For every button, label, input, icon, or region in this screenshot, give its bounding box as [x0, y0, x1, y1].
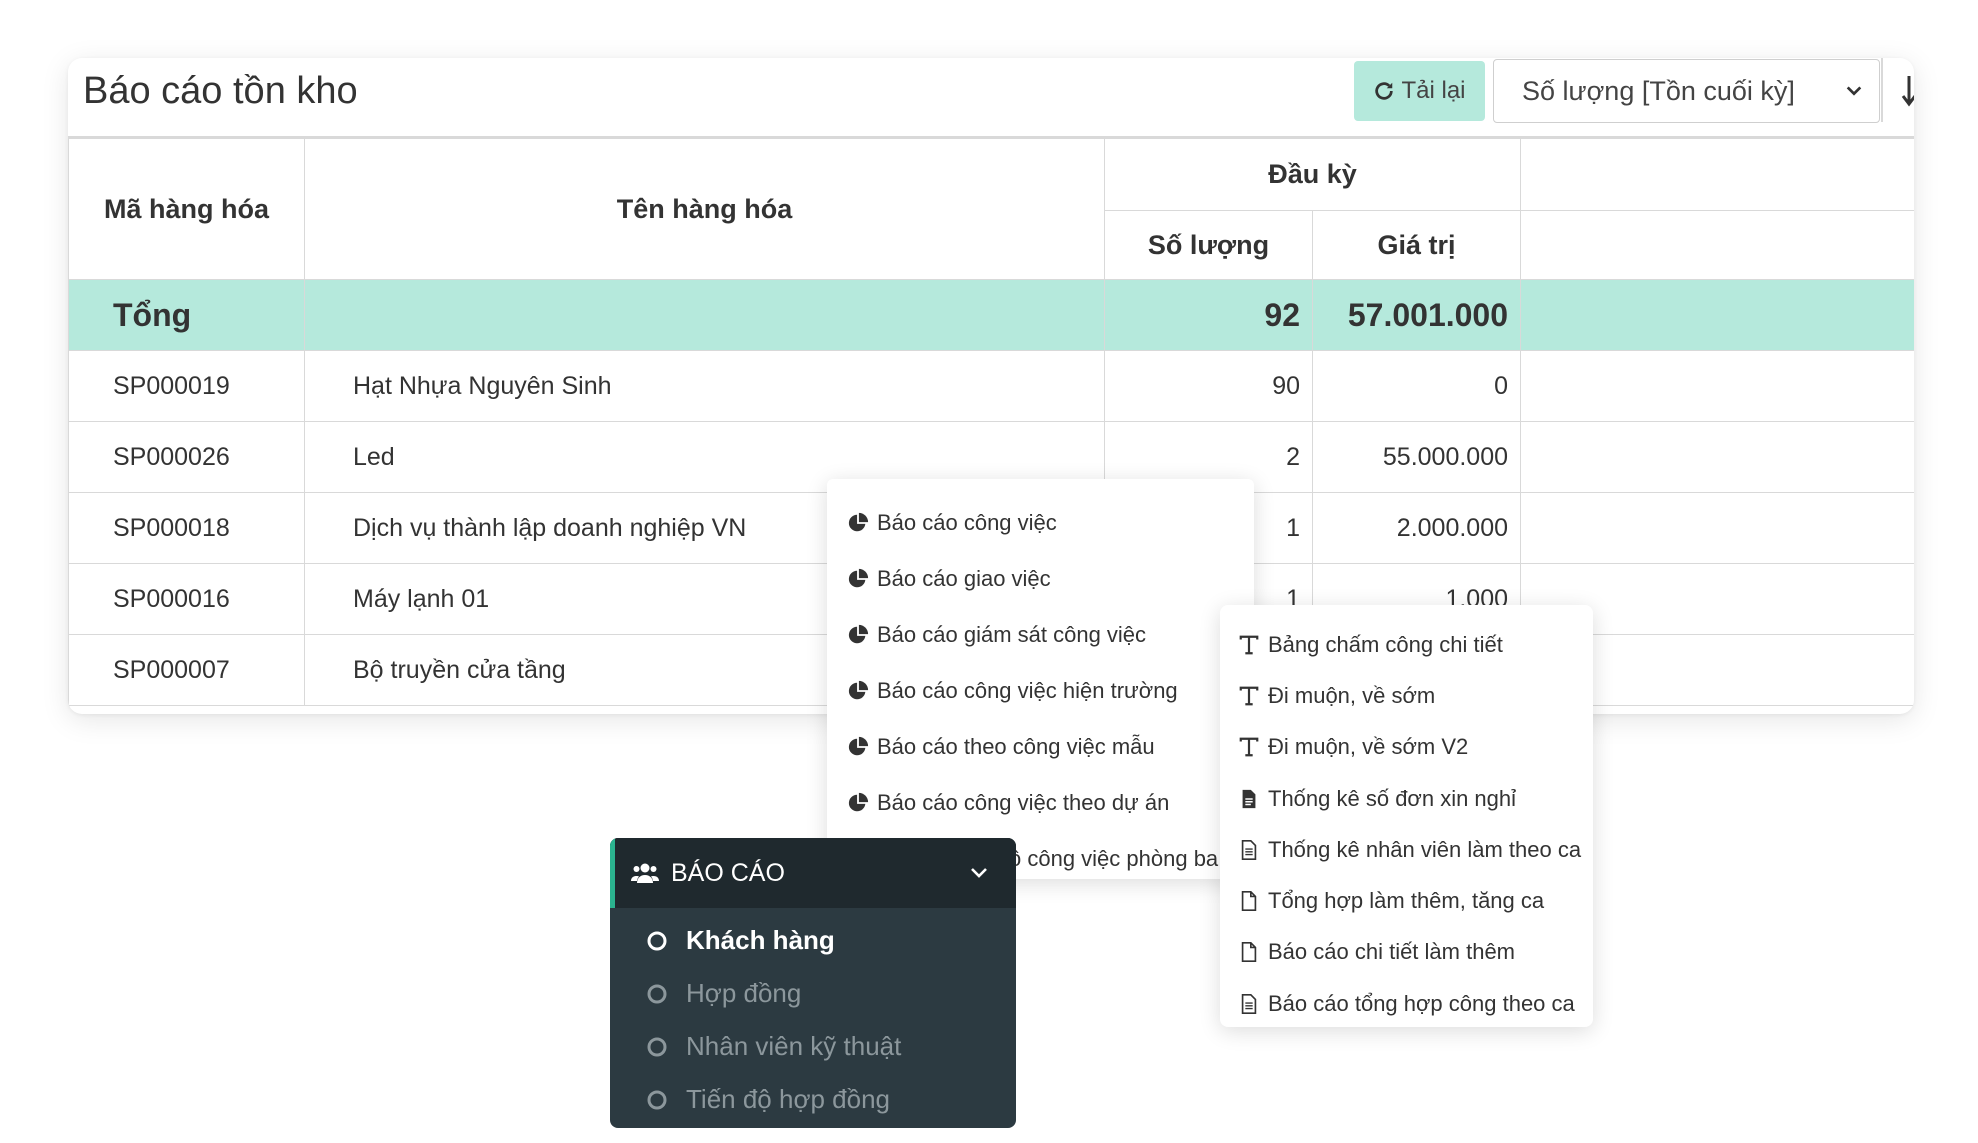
- menu-item-late-early-v2[interactable]: Đi muộn, về sớm V2: [1220, 722, 1593, 773]
- sidebar-item-customers[interactable]: Khách hàng: [610, 914, 1016, 967]
- menu-item-label: Báo cáo công việc hiện trường: [877, 678, 1178, 703]
- product-extra: [1520, 350, 1914, 422]
- file-filled-icon: [1242, 789, 1256, 808]
- sort-down-icon[interactable]: [1901, 74, 1914, 108]
- sidebar-item-contracts[interactable]: Hợp đồng: [610, 967, 1016, 1020]
- circle-icon: [647, 1090, 667, 1109]
- col-header-code[interactable]: Mã hàng hóa: [68, 138, 305, 280]
- sidebar-list: Khách hàng Hợp đồng Nhân viên kỹ thuật T…: [610, 914, 1016, 1126]
- total-row: Tổng 92 57.001.000: [68, 279, 1914, 351]
- pie-chart-icon: [848, 624, 869, 644]
- pie-chart-icon: [848, 568, 869, 588]
- col-header-qty[interactable]: Số lượng: [1104, 210, 1313, 280]
- refresh-icon: [1375, 82, 1394, 100]
- sidebar-item-technicians[interactable]: Nhân viên kỹ thuật: [610, 1020, 1016, 1073]
- sidebar-item-label: Hợp đồng: [686, 978, 802, 1008]
- text-icon: [1239, 686, 1259, 706]
- col-header-value[interactable]: Giá trị: [1311, 210, 1522, 280]
- total-qty: 92: [1104, 279, 1313, 351]
- product-code-link[interactable]: SP000026: [68, 421, 305, 493]
- work-report-menu: Báo cáo công việc Báo cáo giao việc Báo …: [827, 479, 1254, 879]
- product-code-link[interactable]: SP000019: [68, 350, 305, 422]
- total-name-cell: [304, 279, 1105, 351]
- reload-button[interactable]: Tải lại: [1354, 61, 1485, 121]
- menu-item-label: Báo cáo theo công việc mẫu: [877, 734, 1155, 759]
- menu-item-assign-report[interactable]: Báo cáo giao việc: [827, 551, 1254, 607]
- menu-item-project-report[interactable]: Báo cáo công việc theo dự án: [827, 775, 1254, 831]
- circle-icon: [647, 931, 667, 950]
- total-extra-cell: [1520, 279, 1914, 351]
- menu-item-leave-stats[interactable]: Thống kê số đơn xin nghỉ: [1220, 773, 1593, 824]
- menu-item-work-report[interactable]: Báo cáo công việc: [827, 495, 1254, 551]
- product-value: 55.000.000: [1311, 421, 1522, 493]
- product-qty: 90: [1104, 350, 1313, 422]
- menu-item-label: Bảng chấm công chi tiết: [1268, 631, 1503, 657]
- measure-select[interactable]: Số lượng [Tồn cuối kỳ]: [1493, 59, 1880, 123]
- menu-item-label: Báo cáo giám sát công việc: [877, 622, 1147, 647]
- product-name: Hạt Nhựa Nguyên Sinh: [304, 350, 1105, 422]
- sidebar-item-contract-progress[interactable]: Tiến độ hợp đồng: [610, 1073, 1016, 1126]
- menu-item-label: Báo cáo công việc theo dự án: [877, 790, 1170, 815]
- menu-item-field-report[interactable]: Báo cáo công việc hiện trường: [827, 663, 1254, 719]
- pie-chart-icon: [848, 680, 869, 700]
- text-icon: [1239, 737, 1259, 757]
- pie-chart-icon: [848, 736, 869, 756]
- file-lines-icon: [1241, 993, 1257, 1014]
- table-row: SP000019 Hạt Nhựa Nguyên Sinh 90 0: [68, 350, 1914, 422]
- page-title: Báo cáo tồn kho: [83, 70, 358, 112]
- product-code-link[interactable]: SP000018: [68, 492, 305, 564]
- sidebar-item-label: Khách hàng: [686, 925, 835, 955]
- menu-item-label: Báo cáo công việc: [877, 510, 1057, 535]
- menu-item-label: Tổng hợp làm thêm, tăng ca: [1268, 888, 1545, 914]
- menu-item-shift-summary[interactable]: Báo cáo tổng hợp công theo ca: [1220, 978, 1593, 1029]
- pie-chart-icon: [848, 792, 869, 812]
- menu-item-template-report[interactable]: Báo cáo theo công việc mẫu: [827, 719, 1254, 775]
- hr-report-menu: Bảng chấm công chi tiết Đi muộn, về sớm …: [1220, 605, 1593, 1027]
- menu-item-label: Báo cáo giao việc: [877, 566, 1051, 591]
- chevron-down-icon: [1846, 86, 1862, 96]
- reload-label: Tải lại: [1401, 77, 1466, 104]
- menu-item-supervision-report[interactable]: Báo cáo giám sát công việc: [827, 607, 1254, 663]
- menu-item-overtime-summary[interactable]: Tổng hợp làm thêm, tăng ca: [1220, 875, 1593, 926]
- menu-item-label: Thống kê số đơn xin nghỉ: [1268, 785, 1517, 811]
- sidebar-report-menu: BÁO CÁO Khách hàng Hợp đồng Nhân viên kỹ…: [610, 838, 1016, 1128]
- circle-icon: [647, 984, 667, 1003]
- col-header-extra: [1520, 138, 1914, 211]
- product-code-link[interactable]: SP000016: [68, 563, 305, 635]
- menu-item-label: Đi muộn, về sớm: [1268, 682, 1436, 708]
- users-icon: [631, 863, 659, 883]
- menu-item-label: Đi muộn, về sớm V2: [1268, 734, 1469, 760]
- product-code-link[interactable]: SP000007: [68, 634, 305, 706]
- col-group-opening: Đầu kỳ: [1103, 138, 1522, 211]
- menu-item-late-early[interactable]: Đi muộn, về sớm: [1220, 670, 1593, 721]
- menu-item-timesheet-detail[interactable]: Bảng chấm công chi tiết: [1220, 619, 1593, 670]
- menu-item-label: Thống kê nhân viên làm theo ca: [1268, 836, 1582, 862]
- file-lines-icon: [1241, 839, 1257, 860]
- product-value: 0: [1311, 350, 1522, 422]
- product-extra: [1520, 421, 1914, 493]
- pie-chart-icon: [848, 512, 869, 532]
- text-icon: [1239, 635, 1259, 654]
- measure-select-value: Số lượng [Tồn cuối kỳ]: [1522, 75, 1795, 106]
- sidebar-group-reports[interactable]: BÁO CÁO: [610, 838, 1016, 908]
- menu-item-shift-staff[interactable]: Thống kê nhân viên làm theo ca: [1220, 824, 1593, 875]
- product-value: 2.000.000: [1311, 492, 1522, 564]
- chevron-down-icon: [971, 868, 987, 878]
- product-extra: [1520, 492, 1914, 564]
- file-icon: [1241, 891, 1257, 912]
- menu-item-label: Báo cáo chi tiết làm thêm: [1268, 939, 1516, 965]
- menu-item-label: Báo cáo tổng hợp công theo ca: [1268, 990, 1575, 1016]
- sidebar-item-label: Nhân viên kỹ thuật: [686, 1031, 902, 1061]
- total-label: Tổng: [68, 279, 305, 351]
- sidebar-item-label: Tiến độ hợp đồng: [686, 1084, 891, 1114]
- circle-icon: [647, 1037, 667, 1056]
- header-divider: [1881, 58, 1883, 122]
- menu-item-overtime-detail[interactable]: Báo cáo chi tiết làm thêm: [1220, 927, 1593, 978]
- col-header-extra-sub: [1520, 210, 1914, 280]
- col-header-name[interactable]: Tên hàng hóa: [304, 138, 1105, 280]
- file-icon: [1241, 942, 1257, 963]
- sidebar-group-label: BÁO CÁO: [671, 858, 785, 887]
- card-header: Báo cáo tồn kho Tải lại Số lượng [Tồn cu…: [68, 58, 1914, 138]
- total-value: 57.001.000: [1311, 279, 1522, 351]
